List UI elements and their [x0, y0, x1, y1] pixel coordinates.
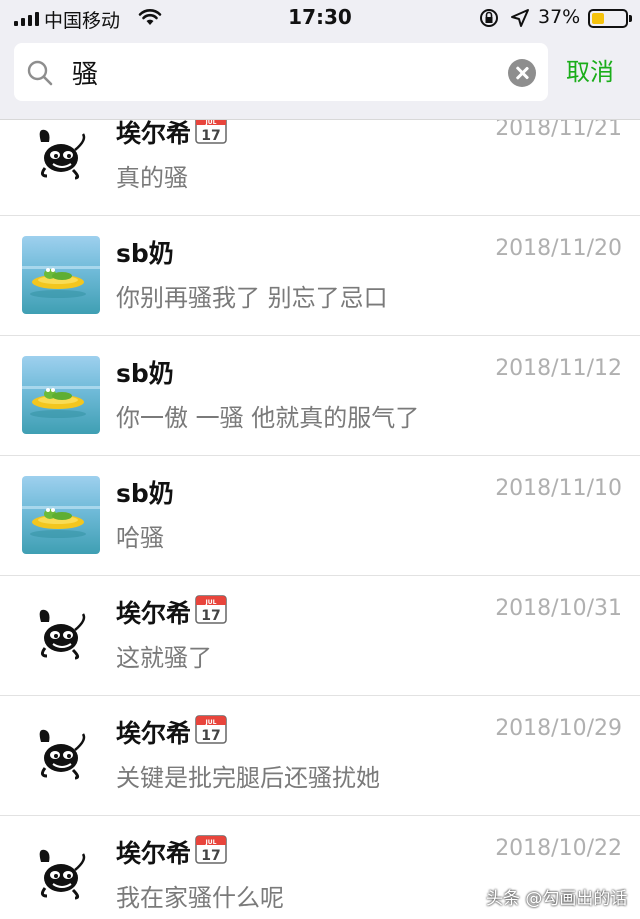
calendar-icon: JUL 17: [195, 714, 227, 750]
orientation-lock-icon: [480, 9, 498, 27]
search-box[interactable]: [14, 43, 548, 101]
contact-name: 埃尔希 JUL 17: [116, 594, 227, 630]
svg-text:JUL: JUL: [205, 839, 217, 846]
result-row[interactable]: sb奶 2018/11/10 哈骚: [0, 456, 640, 576]
location-icon: [511, 9, 529, 27]
message-date: 2018/11/21: [495, 120, 622, 141]
contact-name: sb奶: [116, 234, 174, 270]
contact-name: sb奶: [116, 474, 174, 510]
contact-name: sb奶: [116, 354, 174, 390]
avatar: [22, 120, 100, 194]
avatar: [22, 236, 100, 314]
calendar-icon: JUL 17: [195, 594, 227, 630]
cancel-button[interactable]: 取消: [566, 52, 614, 87]
message-snippet: 关键是批完腿后还骚扰她: [116, 764, 380, 792]
message-date: 2018/11/20: [495, 236, 622, 261]
search-input[interactable]: [72, 49, 492, 95]
search-icon: [27, 60, 53, 86]
message-date: 2018/11/10: [495, 476, 622, 501]
contact-name: 埃尔希 JUL 17: [116, 120, 227, 150]
contact-name-text: 埃尔希: [116, 599, 192, 628]
message-snippet: 你别再骚我了 别忘了忌口: [116, 284, 388, 312]
message-snippet: 我在家骚什么呢: [116, 884, 284, 912]
message-snippet: 你一傲 一骚 他就真的服气了: [116, 404, 420, 432]
message-snippet: 真的骚: [116, 164, 188, 192]
contact-name-text: 埃尔希: [116, 839, 192, 868]
result-row[interactable]: 埃尔希 JUL 17 2018/11/21 真的骚: [0, 120, 640, 216]
svg-text:17: 17: [201, 848, 220, 864]
battery-icon: [588, 9, 632, 28]
message-date: 2018/10/31: [495, 596, 622, 621]
contact-name-text: sb奶: [116, 239, 174, 268]
result-row[interactable]: sb奶 2018/11/12 你一傲 一骚 他就真的服气了: [0, 336, 640, 456]
message-date: 2018/11/12: [495, 356, 622, 381]
contact-name-text: 埃尔希: [116, 719, 192, 748]
contact-name-text: sb奶: [116, 359, 174, 388]
message-snippet: 哈骚: [116, 524, 164, 552]
status-bar: 中国移动 17:30 37%: [0, 0, 640, 36]
contact-name: 埃尔希 JUL 17: [116, 834, 227, 870]
avatar: [22, 596, 100, 674]
svg-text:17: 17: [201, 128, 220, 144]
avatar: [22, 716, 100, 794]
avatar: [22, 476, 100, 554]
message-date: 2018/10/22: [495, 836, 622, 861]
calendar-icon: JUL 17: [195, 120, 227, 150]
result-row[interactable]: 埃尔希 JUL 17 2018/10/29 关键是批完腿后还骚扰她: [0, 696, 640, 816]
search-header: 取消: [0, 36, 640, 120]
svg-text:JUL: JUL: [205, 120, 217, 126]
contact-name: 埃尔希 JUL 17: [116, 714, 227, 750]
battery-level: [592, 13, 604, 24]
svg-text:17: 17: [201, 728, 220, 744]
battery-percent: 37%: [538, 6, 581, 28]
clear-icon[interactable]: [508, 59, 536, 87]
avatar: [22, 356, 100, 434]
message-date: 2018/10/29: [495, 716, 622, 741]
svg-text:17: 17: [201, 608, 220, 624]
search-results-list: 埃尔希 JUL 17 2018/11/21 真的骚 sb奶 2018/11/20…: [0, 120, 640, 919]
svg-text:JUL: JUL: [205, 719, 217, 726]
contact-name-text: 埃尔希: [116, 120, 192, 148]
calendar-icon: JUL 17: [195, 834, 227, 870]
message-snippet: 这就骚了: [116, 644, 212, 672]
result-row[interactable]: 埃尔希 JUL 17 2018/10/31 这就骚了: [0, 576, 640, 696]
contact-name-text: sb奶: [116, 479, 174, 508]
avatar: [22, 836, 100, 914]
result-row[interactable]: sb奶 2018/11/20 你别再骚我了 别忘了忌口: [0, 216, 640, 336]
watermark: 头条 @勾画出的话: [486, 889, 628, 909]
svg-text:JUL: JUL: [205, 599, 217, 606]
